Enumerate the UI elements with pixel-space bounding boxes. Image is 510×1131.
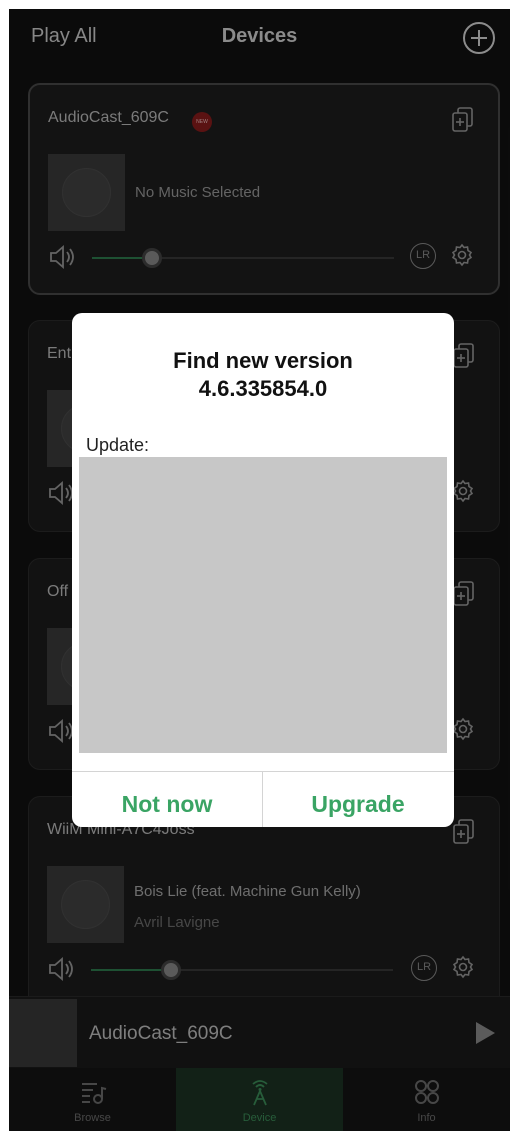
dialog-title-line1: Find new version — [173, 348, 353, 373]
update-dialog: Find new version 4.6.335854.0 Update: No… — [72, 313, 454, 827]
not-now-button[interactable]: Not now — [72, 772, 262, 827]
release-notes-area[interactable] — [79, 457, 447, 753]
dialog-title: Find new version 4.6.335854.0 — [72, 347, 454, 403]
devices-screen: Play All Devices AudioCast_609C NEW No M… — [9, 9, 510, 1131]
update-label: Update: — [86, 435, 150, 455]
dialog-version: 4.6.335854.0 — [198, 376, 328, 401]
upgrade-button[interactable]: Upgrade — [263, 772, 453, 827]
